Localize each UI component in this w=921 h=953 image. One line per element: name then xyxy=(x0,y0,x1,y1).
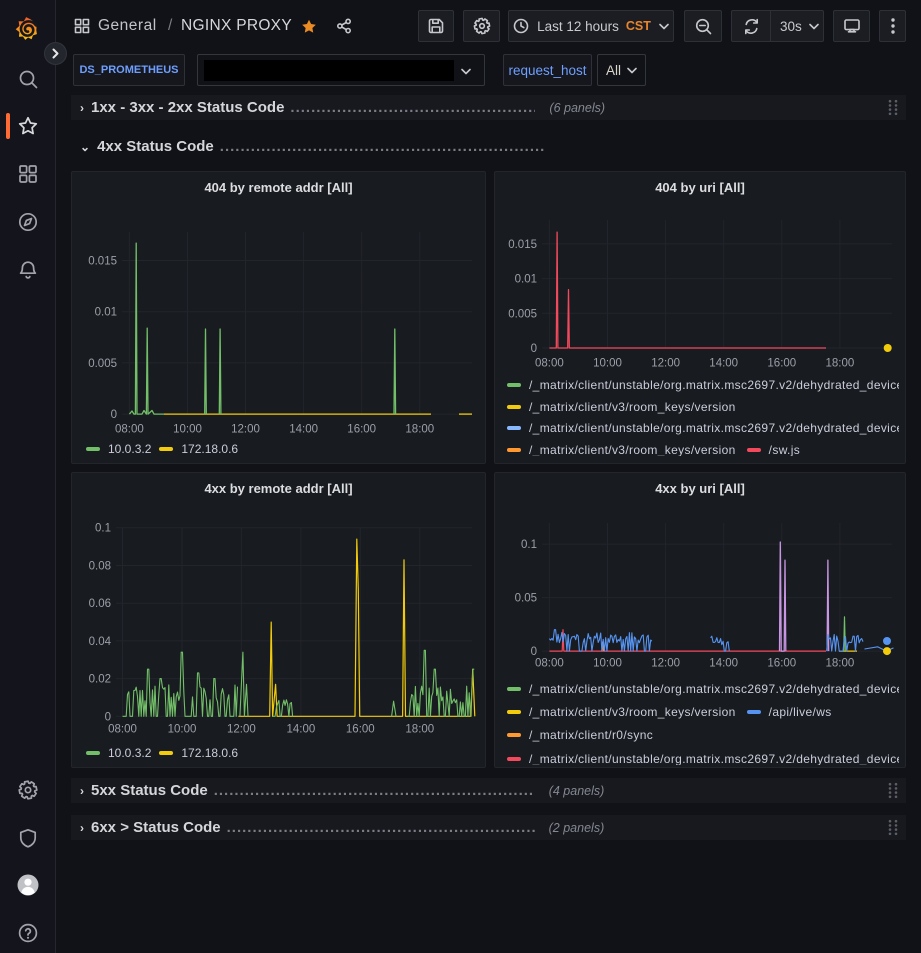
svg-text:0.1: 0.1 xyxy=(95,523,111,535)
svg-text:0.02: 0.02 xyxy=(89,674,111,686)
svg-text:0.01: 0.01 xyxy=(515,274,537,286)
svg-text:0.005: 0.005 xyxy=(508,308,537,320)
svg-text:18:00: 18:00 xyxy=(826,358,855,370)
svg-text:16:00: 16:00 xyxy=(346,724,375,736)
svg-text:0.01: 0.01 xyxy=(95,307,117,319)
svg-text:0.015: 0.015 xyxy=(508,239,537,251)
svg-text:10:00: 10:00 xyxy=(168,724,197,736)
svg-text:18:00: 18:00 xyxy=(405,724,434,736)
svg-text:0: 0 xyxy=(111,409,117,421)
svg-text:10:00: 10:00 xyxy=(593,658,622,670)
svg-text:14:00: 14:00 xyxy=(289,424,318,436)
svg-text:0.06: 0.06 xyxy=(89,598,111,610)
svg-text:14:00: 14:00 xyxy=(709,358,738,370)
svg-text:14:00: 14:00 xyxy=(709,658,738,670)
svg-text:14:00: 14:00 xyxy=(287,724,316,736)
svg-text:12:00: 12:00 xyxy=(651,658,680,670)
svg-text:0.04: 0.04 xyxy=(89,636,112,648)
svg-text:0: 0 xyxy=(531,343,537,355)
svg-text:12:00: 12:00 xyxy=(231,424,260,436)
svg-text:18:00: 18:00 xyxy=(826,658,855,670)
svg-text:0.05: 0.05 xyxy=(515,593,537,605)
svg-text:12:00: 12:00 xyxy=(651,358,680,370)
svg-text:16:00: 16:00 xyxy=(347,424,376,436)
svg-text:18:00: 18:00 xyxy=(405,424,434,436)
svg-text:0: 0 xyxy=(105,711,111,723)
svg-text:08:00: 08:00 xyxy=(535,358,564,370)
svg-text:16:00: 16:00 xyxy=(767,658,796,670)
svg-text:0.005: 0.005 xyxy=(88,358,117,370)
svg-text:0.015: 0.015 xyxy=(88,256,117,268)
svg-text:0: 0 xyxy=(531,646,537,658)
svg-text:16:00: 16:00 xyxy=(767,358,796,370)
svg-text:0.1: 0.1 xyxy=(521,539,537,551)
svg-text:10:00: 10:00 xyxy=(173,424,202,436)
svg-text:0.08: 0.08 xyxy=(89,561,111,573)
svg-text:12:00: 12:00 xyxy=(227,724,256,736)
svg-text:08:00: 08:00 xyxy=(108,724,137,736)
svg-text:10:00: 10:00 xyxy=(593,358,622,370)
svg-text:08:00: 08:00 xyxy=(115,424,144,436)
svg-text:08:00: 08:00 xyxy=(535,658,564,670)
